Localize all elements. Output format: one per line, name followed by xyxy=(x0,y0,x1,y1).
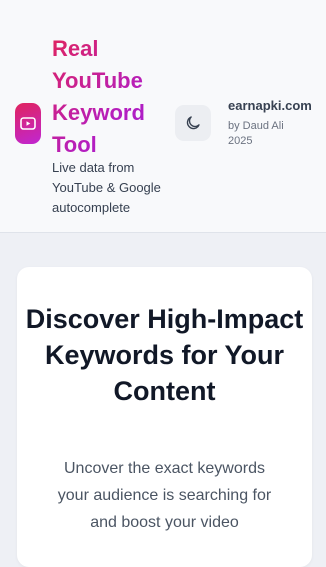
brand-name[interactable]: earnapki.com xyxy=(228,98,312,113)
app-title: Real YouTube Keyword Tool xyxy=(52,33,172,161)
app-header: Real YouTube Keyword Tool Live data from… xyxy=(0,0,326,233)
moon-icon xyxy=(186,116,200,130)
hero-subtitle: Uncover the exact keywords your audience… xyxy=(57,460,272,531)
youtube-play-icon[interactable] xyxy=(15,103,41,144)
hero-card: Discover High-Impact Keywords for Your C… xyxy=(17,267,312,567)
theme-toggle-button[interactable] xyxy=(175,105,211,141)
hero-title: Discover High-Impact Keywords for Your C… xyxy=(25,304,304,406)
app-subtitle: Live data from YouTube & Google autocomp… xyxy=(52,160,161,215)
brand-credit: by Daud Ali 2025 xyxy=(228,120,284,147)
